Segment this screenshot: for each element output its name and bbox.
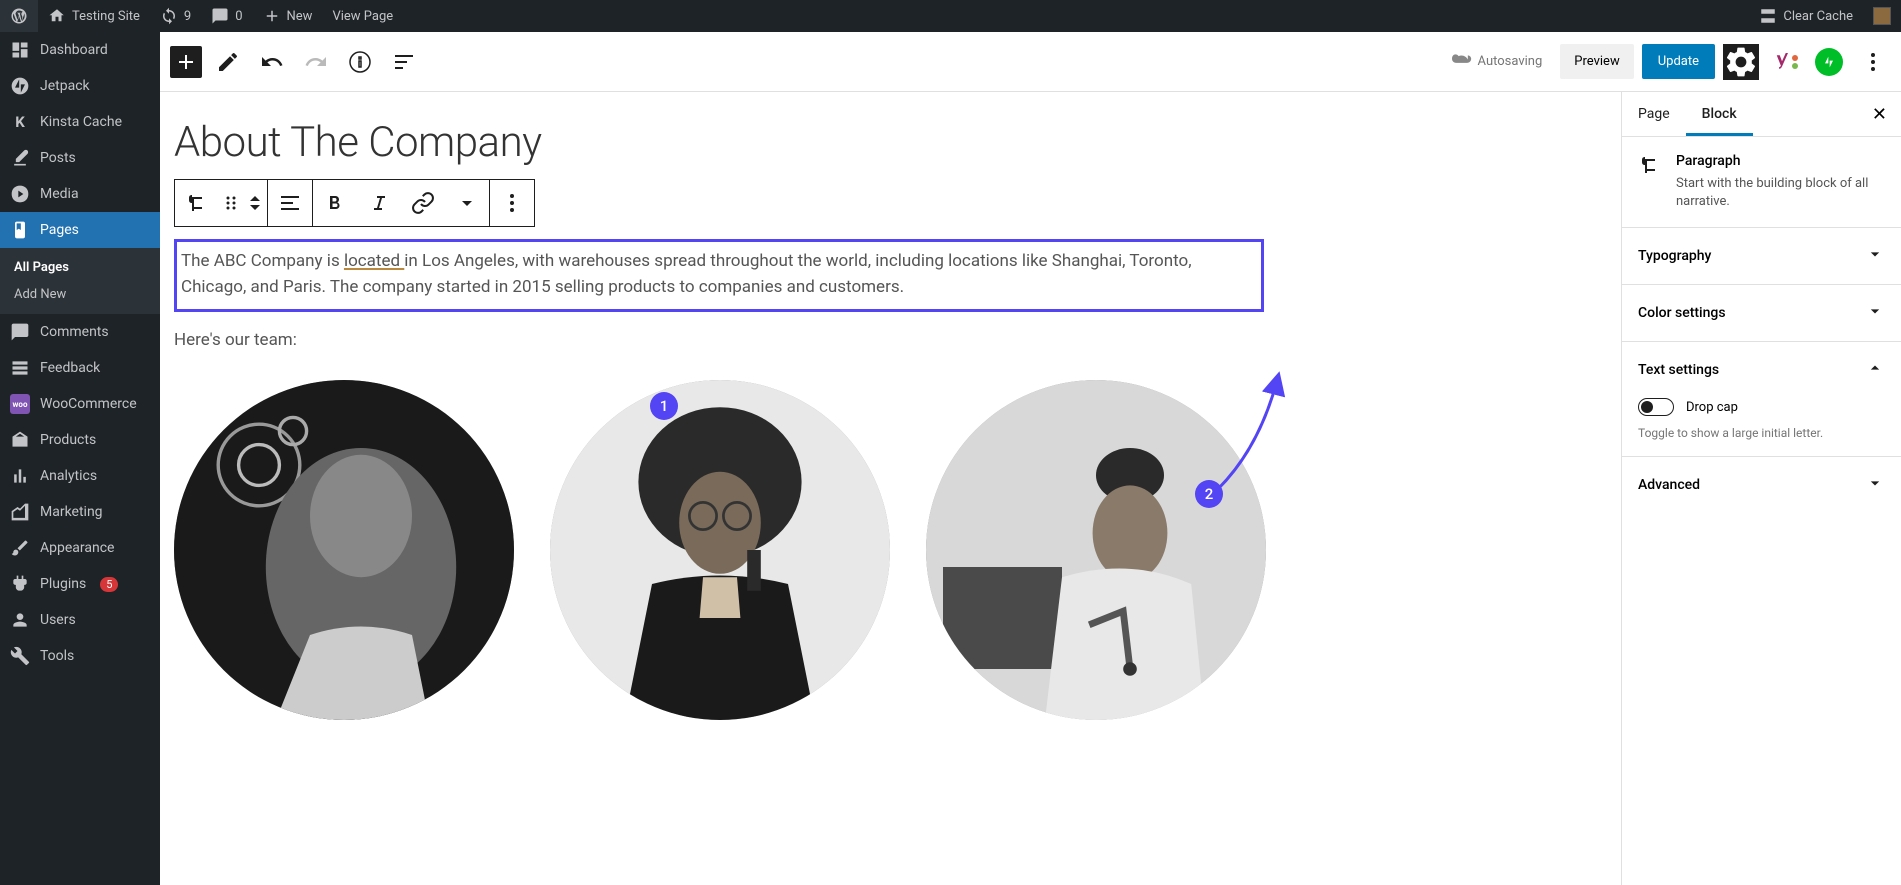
tools-button[interactable]: [210, 44, 246, 80]
sidebar-item-media[interactable]: Media: [0, 176, 160, 212]
block-toolbar: [174, 179, 535, 227]
block-description: Paragraph Start with the building block …: [1622, 137, 1901, 227]
outline-button[interactable]: [386, 44, 422, 80]
sidebar-item-pages[interactable]: Pages: [0, 212, 160, 248]
woo-icon: woo: [10, 394, 30, 414]
editor: Autosaving Preview Update About The Comp…: [160, 32, 1901, 885]
settings-tabs: Page Block ✕: [1622, 92, 1901, 137]
settings-panel: Page Block ✕ Paragraph Start with the bu…: [1621, 92, 1901, 885]
team-images-row: [174, 380, 1264, 760]
block-more-button[interactable]: [490, 180, 534, 226]
updates-link[interactable]: 9: [150, 0, 201, 32]
color-settings-panel-toggle[interactable]: Color settings: [1622, 285, 1901, 341]
jetpack-button[interactable]: [1811, 44, 1847, 80]
site-name-link[interactable]: Testing Site: [38, 0, 150, 32]
color-settings-panel: Color settings: [1622, 284, 1901, 341]
sidebar-item-analytics[interactable]: Analytics: [0, 458, 160, 494]
autosaving-status: Autosaving: [1442, 52, 1553, 72]
team-image-1[interactable]: [174, 380, 514, 720]
sidebar-item-feedback[interactable]: Feedback: [0, 350, 160, 386]
advanced-panel: Advanced: [1622, 456, 1901, 513]
new-content-link[interactable]: New: [253, 0, 323, 32]
sidebar-item-products[interactable]: Products: [0, 422, 160, 458]
chevron-up-icon: [1865, 358, 1885, 382]
sidebar-item-woocommerce[interactable]: wooWooCommerce: [0, 386, 160, 422]
close-settings-button[interactable]: ✕: [1858, 94, 1901, 135]
user-account[interactable]: [1863, 0, 1901, 32]
chevron-down-icon: [1865, 301, 1885, 325]
sidebar-item-tools[interactable]: Tools: [0, 638, 160, 674]
preview-button[interactable]: Preview: [1560, 44, 1633, 79]
submenu-add-new[interactable]: Add New: [0, 281, 160, 308]
tab-block[interactable]: Block: [1686, 92, 1753, 136]
info-button[interactable]: [342, 44, 378, 80]
new-label: New: [287, 9, 313, 24]
jetpack-icon: [1815, 48, 1843, 76]
sidebar-item-users[interactable]: Users: [0, 602, 160, 638]
undo-button[interactable]: [254, 44, 290, 80]
team-image-3[interactable]: [926, 380, 1266, 720]
plugins-badge: 5: [100, 577, 118, 592]
team-intro-text[interactable]: Here's our team:: [174, 330, 1264, 350]
updates-count: 9: [184, 9, 191, 24]
more-options-button[interactable]: [1855, 44, 1891, 80]
link-button[interactable]: [401, 180, 445, 226]
italic-button[interactable]: [357, 180, 401, 226]
editor-header: Autosaving Preview Update: [160, 32, 1901, 92]
typography-panel: Typography: [1622, 227, 1901, 284]
bold-button[interactable]: [313, 180, 357, 226]
site-name-text: Testing Site: [72, 9, 140, 24]
admin-sidebar: Dashboard Jetpack KKinsta Cache Posts Me…: [0, 32, 160, 885]
clear-cache-link[interactable]: Clear Cache: [1749, 0, 1863, 32]
text-settings-panel: Text settings Drop cap Toggle to show a …: [1622, 341, 1901, 456]
sidebar-item-appearance[interactable]: Appearance: [0, 530, 160, 566]
drop-cap-label: Drop cap: [1686, 400, 1738, 415]
team-image-2[interactable]: [550, 380, 890, 720]
paragraph-icon: [1638, 153, 1662, 177]
chevron-down-icon: [1865, 244, 1885, 268]
advanced-panel-toggle[interactable]: Advanced: [1622, 457, 1901, 513]
comments-link[interactable]: 0: [201, 0, 252, 32]
avatar-icon: [1873, 7, 1891, 25]
tab-page[interactable]: Page: [1622, 92, 1686, 136]
pages-submenu: All Pages Add New: [0, 248, 160, 314]
yoast-button[interactable]: [1767, 44, 1803, 80]
jetpack-icon: [10, 76, 30, 96]
sidebar-item-plugins[interactable]: Plugins5: [0, 566, 160, 602]
sidebar-item-kinsta[interactable]: KKinsta Cache: [0, 104, 160, 140]
submenu-all-pages[interactable]: All Pages: [0, 254, 160, 281]
annotation-2-badge: 2: [1195, 480, 1223, 508]
chevron-down-icon: [1865, 473, 1885, 497]
paragraph-block[interactable]: The ABC Company is located in Los Angele…: [174, 239, 1264, 312]
sidebar-item-jetpack[interactable]: Jetpack: [0, 68, 160, 104]
spellcheck-underline: located: [344, 251, 404, 271]
more-formatting-button[interactable]: [445, 180, 489, 226]
typography-panel-toggle[interactable]: Typography: [1622, 228, 1901, 284]
page-title[interactable]: About The Company: [174, 118, 1264, 167]
comments-count: 0: [235, 9, 242, 24]
sidebar-item-comments[interactable]: Comments: [0, 314, 160, 350]
wp-logo[interactable]: [0, 0, 38, 32]
sidebar-item-dashboard[interactable]: Dashboard: [0, 32, 160, 68]
view-page-link[interactable]: View Page: [322, 0, 403, 32]
sidebar-item-marketing[interactable]: Marketing: [0, 494, 160, 530]
move-buttons[interactable]: [243, 180, 267, 226]
editor-canvas[interactable]: About The Company: [160, 92, 1621, 885]
redo-button[interactable]: [298, 44, 334, 80]
update-button[interactable]: Update: [1642, 44, 1715, 79]
settings-toggle-button[interactable]: [1723, 44, 1759, 80]
admin-bar: Testing Site 9 0 New View Page Clear Cac…: [0, 0, 1901, 32]
annotation-1-badge: 1: [650, 392, 678, 420]
sidebar-item-posts[interactable]: Posts: [0, 140, 160, 176]
drop-cap-toggle[interactable]: [1638, 398, 1674, 416]
drop-cap-help: Toggle to show a large initial letter.: [1638, 426, 1885, 440]
kinsta-icon: K: [10, 112, 30, 132]
drag-handle[interactable]: [219, 180, 243, 226]
align-button[interactable]: [268, 180, 312, 226]
block-type-button[interactable]: [175, 180, 219, 226]
add-block-button[interactable]: [170, 46, 202, 78]
text-settings-panel-toggle[interactable]: Text settings: [1622, 342, 1901, 398]
